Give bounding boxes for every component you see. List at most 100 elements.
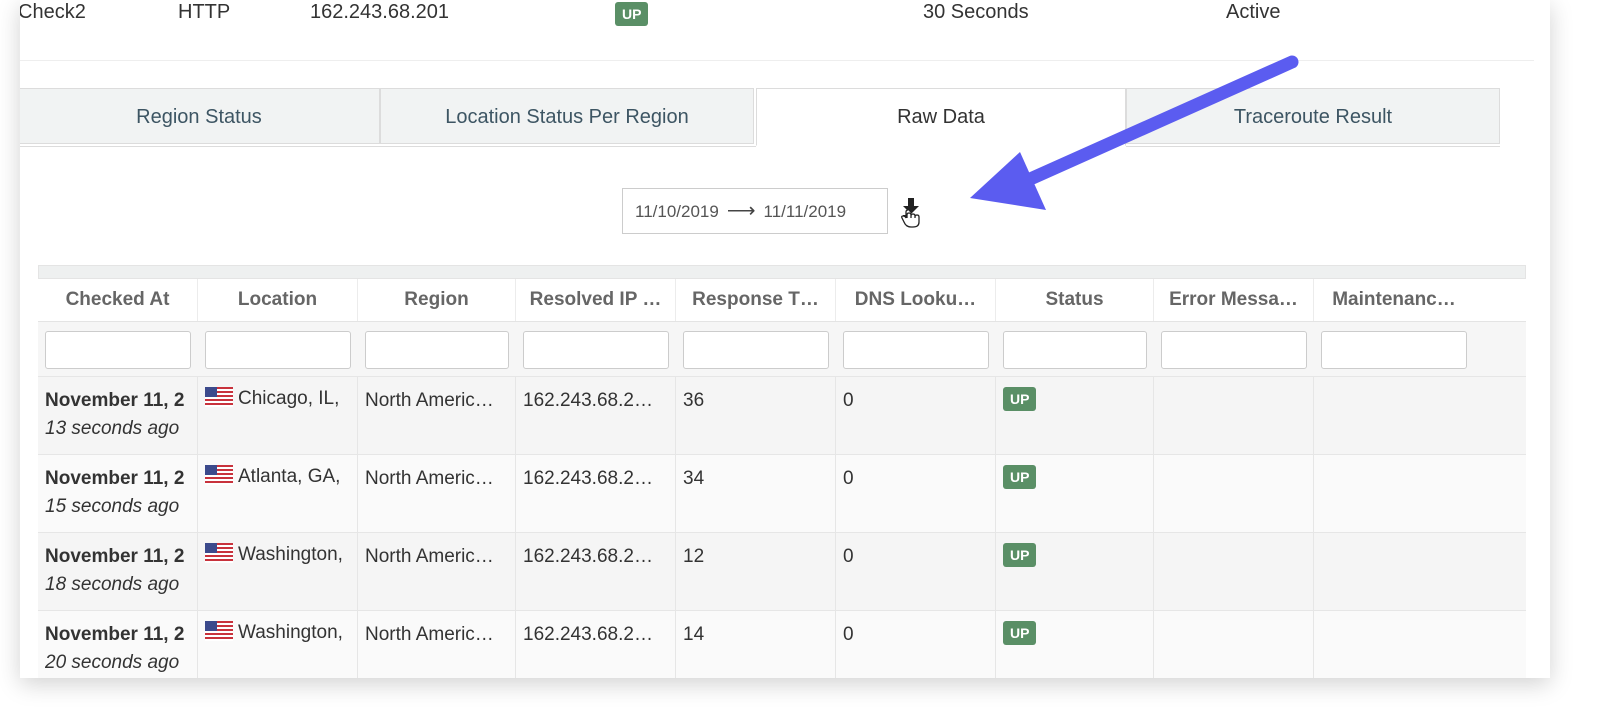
table-row[interactable]: November 11, 2 15 seconds ago Atlanta, GA… bbox=[38, 454, 1526, 533]
checked-at-date: November 11, 2 bbox=[45, 546, 185, 567]
us-flag-icon bbox=[205, 387, 233, 407]
cell-resolved-ip: 162.243.68.2… bbox=[516, 377, 676, 455]
tab-region-status[interactable]: Region Status bbox=[20, 88, 380, 144]
check-detail-card: Check2 HTTP 162.243.68.201 UP 30 Seconds… bbox=[20, 0, 1550, 678]
column-header-checked-at[interactable]: Checked At bbox=[38, 279, 198, 321]
checked-at-ago: 18 seconds ago bbox=[45, 574, 180, 595]
download-icon[interactable] bbox=[896, 196, 926, 228]
cell-error-message bbox=[1154, 611, 1314, 678]
column-header-status[interactable]: Status bbox=[996, 279, 1154, 321]
date-end: 11/11/2019 bbox=[763, 202, 847, 221]
cell-maintenance bbox=[1314, 377, 1526, 455]
cell-error-message bbox=[1154, 377, 1314, 455]
check-protocol: HTTP bbox=[178, 1, 231, 23]
filter-checked-at-input[interactable] bbox=[45, 331, 191, 369]
response-text: 36 bbox=[683, 390, 705, 411]
dns-text: 0 bbox=[843, 390, 854, 411]
cell-location: Chicago, IL, bbox=[198, 377, 358, 455]
cell-status: UP bbox=[996, 533, 1154, 611]
cell-location: Washington, bbox=[198, 611, 358, 678]
table-header: Checked At Location Region Resolved IP …… bbox=[38, 279, 1526, 321]
location-text: Washington, bbox=[238, 544, 343, 565]
filter-response-time-input[interactable] bbox=[683, 331, 829, 369]
checked-at-date: November 11, 2 bbox=[45, 468, 185, 489]
ip-text: 162.243.68.2… bbox=[523, 468, 653, 489]
check-state: Active bbox=[1226, 1, 1281, 23]
checked-at-date: November 11, 2 bbox=[45, 624, 185, 645]
cell-location: Atlanta, GA, bbox=[198, 455, 358, 533]
check-ip: 162.243.68.201 bbox=[310, 1, 450, 23]
cell-dns-lookup: 0 bbox=[836, 455, 996, 533]
region-text: North Americ… bbox=[365, 390, 494, 411]
date-range-picker[interactable]: 11/10/2019 ⟶ 11/11/2019 bbox=[622, 188, 888, 234]
checked-at-date: November 11, 2 bbox=[45, 390, 185, 411]
cell-checked-at: November 11, 2 13 seconds ago bbox=[38, 377, 198, 455]
checked-at-ago: 20 seconds ago bbox=[45, 652, 180, 673]
table-top-bar bbox=[38, 265, 1526, 279]
cell-response-time: 12 bbox=[676, 533, 836, 611]
filter-location-input[interactable] bbox=[205, 331, 351, 369]
cell-maintenance bbox=[1314, 455, 1526, 533]
us-flag-icon bbox=[205, 621, 233, 641]
column-header-dns-lookup[interactable]: DNS Looku… bbox=[836, 279, 996, 321]
column-header-error-message[interactable]: Error Messa… bbox=[1154, 279, 1314, 321]
filter-dns-lookup-input[interactable] bbox=[843, 331, 989, 369]
location-text: Washington, bbox=[238, 622, 343, 643]
column-header-resolved-ip[interactable]: Resolved IP … bbox=[516, 279, 676, 321]
response-text: 34 bbox=[683, 468, 705, 489]
column-header-location[interactable]: Location bbox=[198, 279, 358, 321]
response-text: 14 bbox=[683, 624, 705, 645]
cell-resolved-ip: 162.243.68.2… bbox=[516, 455, 676, 533]
cell-maintenance bbox=[1314, 533, 1526, 611]
cell-region: North Americ… bbox=[358, 377, 516, 455]
cell-maintenance bbox=[1314, 611, 1526, 678]
cell-response-time: 34 bbox=[676, 455, 836, 533]
cell-dns-lookup: 0 bbox=[836, 377, 996, 455]
column-header-maintenance[interactable]: Maintenanc… bbox=[1314, 279, 1474, 321]
status-badge: UP bbox=[1003, 621, 1037, 645]
dns-text: 0 bbox=[843, 624, 854, 645]
dns-text: 0 bbox=[843, 546, 854, 567]
cell-error-message bbox=[1154, 455, 1314, 533]
checked-at-ago: 15 seconds ago bbox=[45, 496, 180, 517]
cell-region: North Americ… bbox=[358, 533, 516, 611]
cell-checked-at: November 11, 2 15 seconds ago bbox=[38, 455, 198, 533]
tab-divider bbox=[20, 146, 756, 147]
cell-checked-at: November 11, 2 18 seconds ago bbox=[38, 533, 198, 611]
region-text: North Americ… bbox=[365, 546, 494, 567]
cell-status: UP bbox=[996, 377, 1154, 455]
table-row[interactable]: November 11, 2 13 seconds ago Chicago, IL… bbox=[38, 376, 1526, 455]
column-header-response-time[interactable]: Response T… bbox=[676, 279, 836, 321]
us-flag-icon bbox=[205, 543, 233, 563]
table-row[interactable]: November 11, 2 20 seconds ago Washington,… bbox=[38, 610, 1526, 678]
ip-text: 162.243.68.2… bbox=[523, 546, 653, 567]
checked-at-ago: 13 seconds ago bbox=[45, 418, 180, 439]
location-text: Chicago, IL, bbox=[238, 388, 340, 409]
check-name: Check2 bbox=[20, 1, 86, 23]
status-badge: UP bbox=[1003, 387, 1037, 411]
range-arrow-icon: ⟶ bbox=[726, 200, 756, 222]
filter-resolved-ip-input[interactable] bbox=[523, 331, 669, 369]
table-row[interactable]: November 11, 2 18 seconds ago Washington,… bbox=[38, 532, 1526, 611]
tab-location-status-per-region[interactable]: Location Status Per Region bbox=[380, 88, 754, 144]
cell-region: North Americ… bbox=[358, 455, 516, 533]
filter-status-input[interactable] bbox=[1003, 331, 1147, 369]
region-text: North Americ… bbox=[365, 468, 494, 489]
cell-dns-lookup: 0 bbox=[836, 611, 996, 678]
cell-response-time: 36 bbox=[676, 377, 836, 455]
status-badge: UP bbox=[1003, 465, 1037, 489]
column-header-region[interactable]: Region bbox=[358, 279, 516, 321]
raw-data-table: Checked At Location Region Resolved IP …… bbox=[38, 265, 1526, 678]
cell-checked-at: November 11, 2 20 seconds ago bbox=[38, 611, 198, 678]
annotation-arrow-icon bbox=[970, 55, 1299, 210]
filter-region-input[interactable] bbox=[365, 331, 509, 369]
filter-error-message-input[interactable] bbox=[1161, 331, 1307, 369]
cell-resolved-ip: 162.243.68.2… bbox=[516, 611, 676, 678]
location-text: Atlanta, GA, bbox=[238, 466, 341, 487]
ip-text: 162.243.68.2… bbox=[523, 624, 653, 645]
cell-dns-lookup: 0 bbox=[836, 533, 996, 611]
ip-text: 162.243.68.2… bbox=[523, 390, 653, 411]
cell-status: UP bbox=[996, 611, 1154, 678]
cell-location: Washington, bbox=[198, 533, 358, 611]
filter-maintenance-input[interactable] bbox=[1321, 331, 1467, 369]
